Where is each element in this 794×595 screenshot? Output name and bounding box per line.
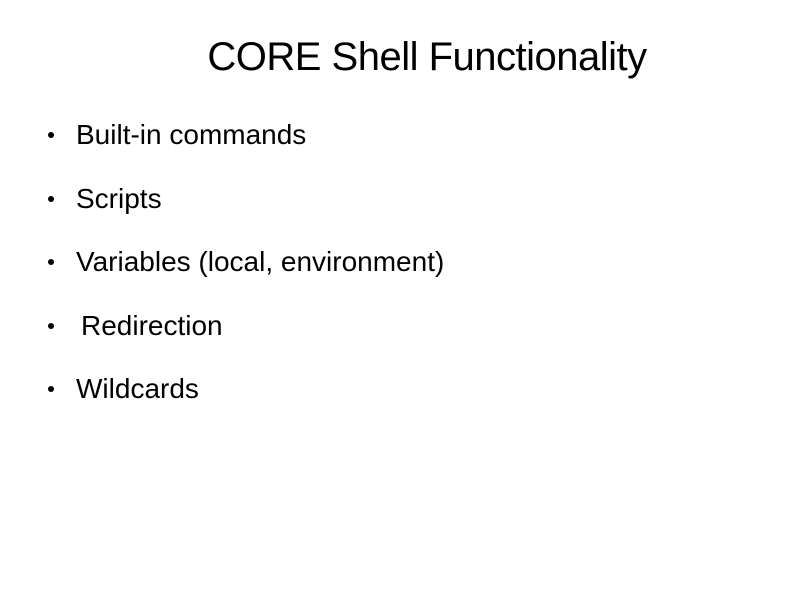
bullet-text: Wildcards [76,372,199,406]
bullet-icon [48,259,54,265]
bullet-list: Built-in commands Scripts Variables (loc… [40,118,754,406]
list-item: Wildcards [48,372,754,406]
slide-title: CORE Shell Functionality [100,35,754,80]
list-item: Redirection [48,309,754,343]
slide-container: CORE Shell Functionality Built-in comman… [0,0,794,595]
bullet-icon [48,132,54,138]
list-item: Scripts [48,182,754,216]
bullet-icon [48,386,54,392]
bullet-text: Redirection [76,309,223,343]
list-item: Variables (local, environment) [48,245,754,279]
list-item: Built-in commands [48,118,754,152]
bullet-text: Built-in commands [76,118,306,152]
bullet-icon [48,196,54,202]
bullet-icon [48,323,54,329]
bullet-text: Variables (local, environment) [76,245,444,279]
bullet-text: Scripts [76,182,162,216]
